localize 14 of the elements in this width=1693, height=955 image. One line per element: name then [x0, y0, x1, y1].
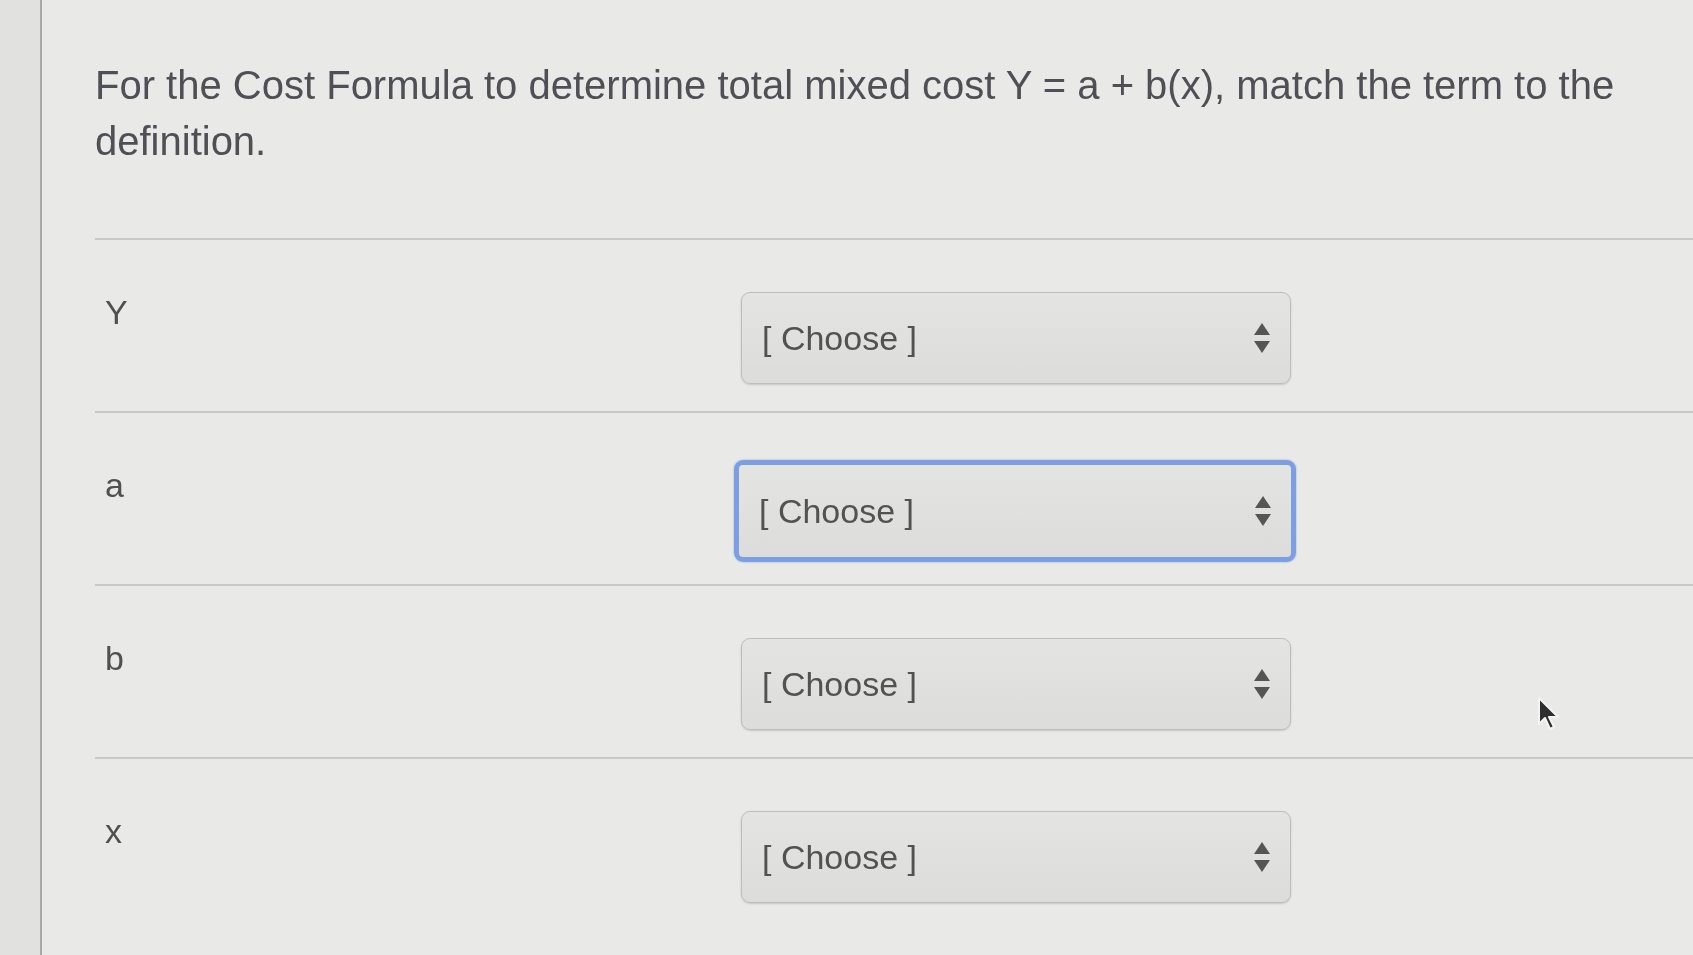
- sort-arrows-icon: [1254, 669, 1270, 699]
- question-text: For the Cost Formula to determine total mixed cost Y = a + b(x), match the term to the definition.: [95, 62, 1616, 165]
- sort-arrows-icon: [1255, 496, 1271, 526]
- choose-dropdown[interactable]: [ Choose ]: [734, 460, 1296, 562]
- sort-arrows-icon: [1254, 842, 1270, 872]
- choose-dropdown[interactable]: [ Choose ]: [741, 811, 1291, 903]
- term-label: b: [105, 639, 124, 677]
- choose-dropdown[interactable]: [ Choose ]: [741, 292, 1291, 384]
- choose-dropdown[interactable]: [ Choose ]: [741, 638, 1291, 730]
- term-label: a: [105, 466, 124, 504]
- sort-arrows-icon: [1254, 323, 1270, 353]
- mouse-pointer-icon: [1537, 696, 1561, 732]
- term-label: Y: [105, 293, 128, 331]
- term-label: x: [105, 812, 122, 850]
